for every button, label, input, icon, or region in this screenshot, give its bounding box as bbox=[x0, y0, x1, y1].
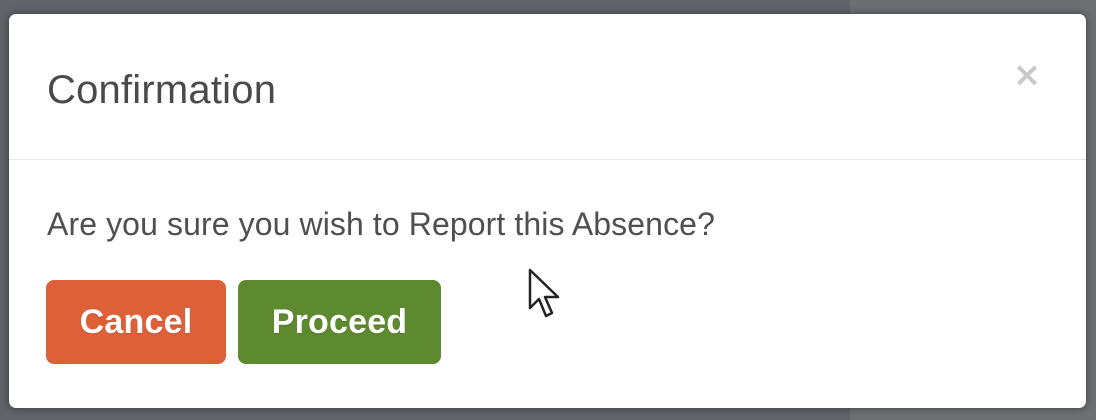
close-icon[interactable]: × bbox=[1012, 58, 1042, 92]
cancel-button[interactable]: Cancel bbox=[46, 280, 226, 364]
mouse-pointer-icon bbox=[528, 268, 560, 318]
confirmation-dialog: Confirmation × Are you sure you wish to … bbox=[9, 14, 1086, 408]
proceed-button[interactable]: Proceed bbox=[238, 280, 441, 364]
dialog-header: Confirmation × bbox=[9, 14, 1086, 160]
dialog-title: Confirmation bbox=[47, 68, 277, 112]
confirmation-message: Are you sure you wish to Report this Abs… bbox=[47, 206, 715, 242]
